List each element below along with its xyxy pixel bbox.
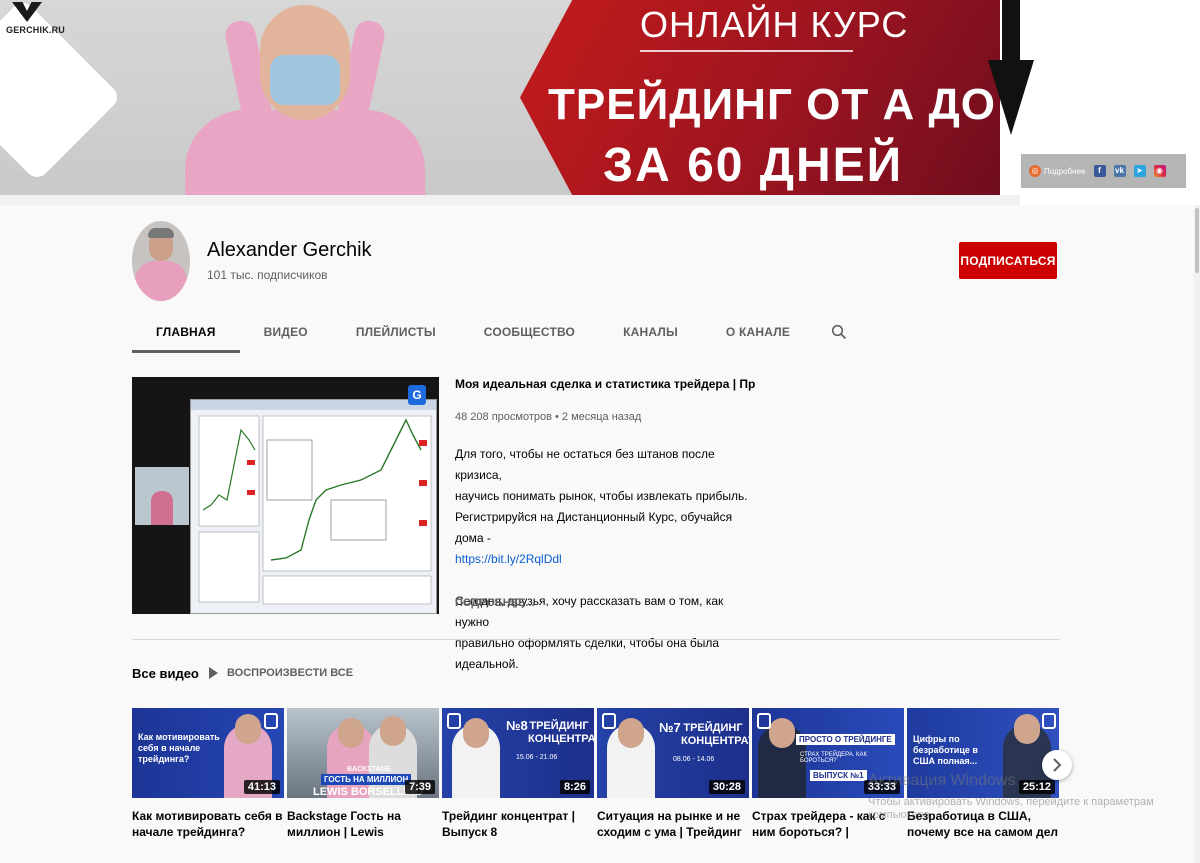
featured-video-description: Для того, чтобы не остаться без штанов п… xyxy=(455,447,748,671)
play-all-button[interactable]: ВОСПРОИЗВЕСТИ ВСЕ xyxy=(209,667,353,679)
video-title[interactable]: Backstage Гость на миллион | Lewis Borse… xyxy=(287,808,439,840)
tab-community[interactable]: СООБЩЕСТВО xyxy=(460,310,599,353)
banner-headline: ТРЕЙДИНГ ОТ А ДО Я xyxy=(548,80,1042,129)
video-card[interactable]: BACKSTAGE ГОСТЬ НА МИЛЛИОН LEWIS BORSELL… xyxy=(287,708,439,863)
telegram-icon[interactable]: ➤ xyxy=(1133,165,1146,177)
page-scrollbar[interactable] xyxy=(1194,205,1200,863)
instagram-icon[interactable]: ◉ xyxy=(1153,165,1166,177)
video-title[interactable]: Трейдинг концентрат | Выпуск 8 xyxy=(442,808,594,840)
channel-banner: GERCHIK.RU ОНЛАЙН КУРС ТРЕЙДИНГ ОТ А ДО … xyxy=(0,0,1200,205)
channel-name: Alexander Gerchik xyxy=(207,239,372,261)
tab-playlists[interactable]: ПЛЕЙЛИСТЫ xyxy=(332,310,460,353)
video-card[interactable]: Как мотивировать себя в начале трейдинга… xyxy=(132,708,284,863)
subscriber-count: 101 тыс. подписчиков xyxy=(207,268,328,282)
video-thumbnail[interactable]: №8 ТРЕЙДИНГ КОНЦЕНТРАТ 15.06 - 21.06 8:2… xyxy=(442,708,594,798)
scrollbar-thumb[interactable] xyxy=(1195,208,1199,273)
avatar[interactable] xyxy=(132,221,190,301)
trading-chart-image xyxy=(190,399,437,614)
video-duration: 8:26 xyxy=(559,780,590,794)
logo-text: GERCHIK.RU xyxy=(6,25,66,35)
gerchik-logo-icon xyxy=(447,713,461,729)
video-duration: 7:39 xyxy=(404,780,435,794)
featured-video-thumbnail[interactable]: G xyxy=(132,377,439,614)
gerchik-logo-icon xyxy=(602,713,616,729)
arrow-down-icon xyxy=(988,0,1034,135)
gerchik-logo-icon xyxy=(757,713,771,729)
gerchik-logo-icon xyxy=(12,2,42,22)
read-more-link[interactable]: ПОДРОБНЕЕ... xyxy=(455,597,535,609)
banner-subheadline: ЗА 60 ДНЕЙ xyxy=(603,139,904,192)
video-title[interactable]: Ситуация на рынке и не сходим с ума | Тр… xyxy=(597,808,749,840)
search-icon[interactable] xyxy=(814,310,864,353)
banner-links: ◎ Подробнее f vk ➤ ◉ xyxy=(1021,154,1186,188)
facebook-icon[interactable]: f xyxy=(1093,165,1106,177)
section-divider xyxy=(132,639,1060,640)
tab-videos[interactable]: ВИДЕО xyxy=(240,310,332,353)
tab-home[interactable]: ГЛАВНАЯ xyxy=(132,310,240,353)
video-thumbnail[interactable]: Как мотивировать себя в начале трейдинга… xyxy=(132,708,284,798)
featured-video-meta: 48 208 просмотров • 2 месяца назад xyxy=(455,411,642,423)
gerchik-logo: GERCHIK.RU xyxy=(6,2,66,46)
banner-title: ОНЛАЙН КУРС xyxy=(640,4,909,45)
webcam-overlay xyxy=(135,467,189,525)
video-duration: 30:28 xyxy=(708,780,745,794)
video-title[interactable]: Как мотивировать себя в начале трейдинга… xyxy=(132,808,284,840)
featured-video-title[interactable]: Моя идеальная сделка и статистика трейде… xyxy=(455,377,755,391)
banner-bottom-strip xyxy=(0,195,1020,205)
vk-icon[interactable]: vk xyxy=(1113,165,1126,177)
tab-channels[interactable]: КАНАЛЫ xyxy=(599,310,702,353)
gerchik-logo-icon xyxy=(264,713,278,729)
video-duration: 41:13 xyxy=(243,780,280,794)
video-thumbnail[interactable]: №7 ТРЕЙДИНГ КОНЦЕНТРАТ 08.06 - 14.06 30:… xyxy=(597,708,749,798)
description-link[interactable]: https://bit.ly/2RqlDdl xyxy=(455,552,562,566)
website-icon: ◎ xyxy=(1029,165,1041,177)
windows-activation-watermark: Активация Windows Чтобы активировать Win… xyxy=(868,772,1154,821)
section-title[interactable]: Все видео xyxy=(132,666,199,681)
subscribe-button[interactable]: ПОДПИСАТЬСЯ xyxy=(959,242,1057,279)
banner-divider xyxy=(640,50,853,52)
gerchik-logo-icon: G xyxy=(408,385,426,405)
video-thumbnail[interactable]: BACKSTAGE ГОСТЬ НА МИЛЛИОН LEWIS BORSELL… xyxy=(287,708,439,798)
banner-person-image xyxy=(175,0,435,200)
banner-link-more[interactable]: ◎ Подробнее xyxy=(1029,165,1086,177)
channel-content: G Моя идеальная сделка и статистика трей… xyxy=(0,353,1200,863)
video-card[interactable]: №8 ТРЕЙДИНГ КОНЦЕНТРАТ 15.06 - 21.06 8:2… xyxy=(442,708,594,863)
video-card[interactable]: №7 ТРЕЙДИНГ КОНЦЕНТРАТ 08.06 - 14.06 30:… xyxy=(597,708,749,863)
tab-about[interactable]: О КАНАЛЕ xyxy=(702,310,814,353)
gerchik-logo-icon xyxy=(1042,713,1056,729)
channel-header: Alexander Gerchik 101 тыс. подписчиков П… xyxy=(0,205,1200,353)
channel-tabs: ГЛАВНАЯ ВИДЕО ПЛЕЙЛИСТЫ СООБЩЕСТВО КАНАЛ… xyxy=(132,310,864,353)
play-icon xyxy=(209,667,218,679)
